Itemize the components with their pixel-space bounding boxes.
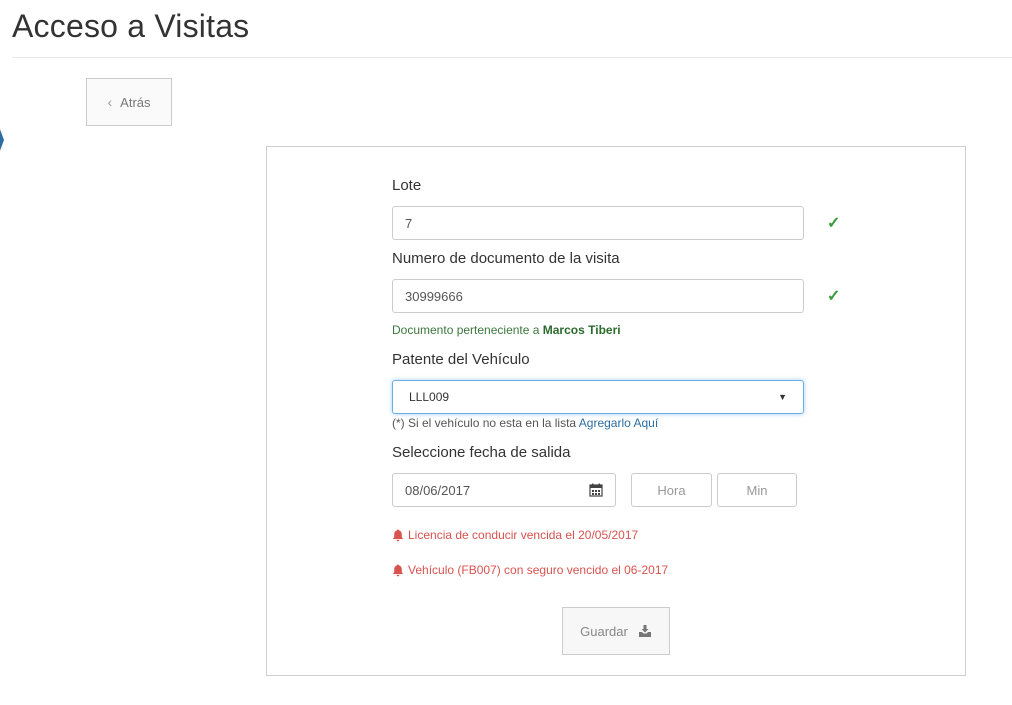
bell-icon	[392, 529, 404, 541]
lote-label: Lote	[392, 177, 422, 194]
calendar-icon[interactable]	[589, 483, 603, 497]
chevron-left-icon: ‹	[107, 94, 113, 110]
lote-value: 7	[405, 215, 413, 231]
page-title: Acceso a Visitas	[12, 8, 250, 44]
fecha-salida-value: 08/06/2017	[405, 482, 471, 498]
bell-icon	[392, 564, 404, 576]
alert-insurance-expired: Vehículo (FB007) con seguro vencido el 0…	[392, 563, 668, 577]
save-button-label: Guardar	[580, 623, 628, 639]
alert-license-text: Licencia de conducir vencida el 20/05/20…	[408, 528, 639, 542]
save-button[interactable]: Guardar	[562, 607, 670, 655]
document-owner-name: Marcos Tiberi	[542, 323, 621, 337]
document-owner-text: Documento perteneciente a Marcos Tiberi	[392, 323, 621, 337]
hour-placeholder: Hora	[657, 482, 686, 498]
patente-selected-value: LLL009	[409, 390, 450, 404]
minute-placeholder: Min	[746, 482, 768, 498]
fecha-salida-label: Seleccione fecha de salida	[392, 444, 571, 461]
fecha-salida-input[interactable]: 08/06/2017	[392, 473, 616, 507]
documento-valid-check-icon: ✓	[827, 288, 841, 305]
lote-input[interactable]: 7	[392, 206, 804, 240]
lote-valid-check-icon: ✓	[827, 215, 841, 232]
add-vehicle-link[interactable]: Agregarlo Aquí	[579, 416, 658, 430]
patente-select[interactable]: LLL009 ▼	[392, 380, 804, 414]
back-button[interactable]: ‹ Atrás	[86, 78, 172, 126]
alert-insurance-text: Vehículo (FB007) con seguro vencido el 0…	[408, 563, 669, 577]
documento-label: Numero de documento de la visita	[392, 250, 620, 267]
back-button-label: Atrás	[120, 94, 151, 110]
caret-down-icon: ▼	[778, 392, 787, 402]
hour-input[interactable]: Hora	[631, 473, 712, 507]
patente-hint: (*) Si el vehículo no esta en la lista A…	[392, 416, 658, 430]
title-divider	[12, 57, 1012, 58]
documento-value: 30999666	[405, 288, 463, 304]
minute-input[interactable]: Min	[717, 473, 797, 507]
alert-license-expired: Licencia de conducir vencida el 20/05/20…	[392, 528, 638, 542]
sidebar-toggle-tab[interactable]	[0, 125, 4, 155]
patente-label: Patente del Vehículo	[392, 351, 530, 368]
download-icon	[638, 625, 651, 637]
documento-input[interactable]: 30999666	[392, 279, 804, 313]
document-owner-prefix: Documento perteneciente a	[392, 323, 543, 337]
patente-hint-text: (*) Si el vehículo no esta en la lista	[392, 416, 579, 430]
